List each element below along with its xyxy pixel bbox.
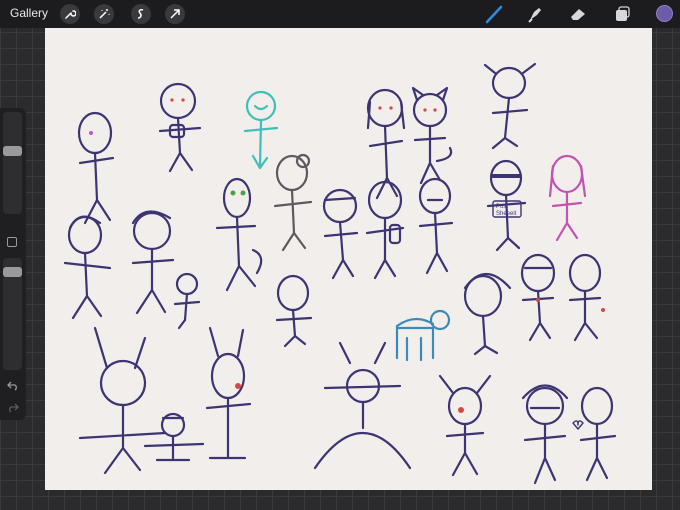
stick-figure-laughing-hood	[463, 272, 512, 356]
stick-figure-cup	[158, 82, 202, 173]
stick-figure-tongue	[275, 274, 313, 348]
stick-figure-gray-flower	[273, 153, 313, 252]
brush-size-thumb[interactable]	[3, 146, 22, 156]
transform-arrow-icon[interactable]	[165, 4, 185, 24]
stick-figure-sunglasses: Post Sheeeit	[486, 159, 527, 252]
eraser-icon[interactable]	[567, 4, 589, 24]
selection-icon[interactable]	[131, 4, 151, 24]
stick-figure-pattern-hat	[521, 384, 569, 485]
stick-figure-teal	[243, 90, 279, 170]
wrench-icon[interactable]	[60, 4, 80, 24]
stick-figure-drawing: Post Sheeeit	[63, 62, 617, 485]
stick-figure-helmet	[520, 253, 556, 342]
stick-figure-plain-left	[77, 111, 115, 225]
left-sidebar	[0, 108, 26, 420]
modify-button[interactable]	[7, 237, 17, 247]
layers-icon[interactable]	[611, 4, 633, 24]
drawing-canvas[interactable]: Post Sheeeit	[45, 28, 652, 490]
stick-figure-messy-hair	[63, 215, 112, 320]
stick-figure-blue-sheep	[395, 309, 451, 362]
color-picker-swatch[interactable]	[656, 5, 673, 22]
magic-wand-icon[interactable]	[94, 4, 114, 24]
redo-icon[interactable]	[6, 400, 20, 414]
stick-figure-grin	[418, 177, 454, 275]
gallery-button[interactable]: Gallery	[10, 6, 48, 20]
stick-figure-headband	[322, 188, 359, 280]
brush-icon[interactable]	[483, 4, 505, 24]
opacity-thumb[interactable]	[3, 267, 22, 277]
stick-figure-winged-cloak	[313, 341, 412, 470]
stick-figure-skirt	[143, 412, 205, 462]
stick-figure-fluffy-hair	[131, 210, 175, 315]
tshirt-text-line2: Sheeeit	[496, 211, 517, 217]
brush-size-slider[interactable]	[3, 112, 22, 214]
stick-figure-green-cheeks	[215, 177, 263, 292]
smudge-icon[interactable]	[524, 4, 546, 24]
stick-figure-small-animal	[173, 272, 201, 330]
stick-figure-smiling-pair	[572, 386, 617, 482]
undo-icon[interactable]	[6, 378, 20, 392]
stick-figure-horned-top-right	[483, 62, 537, 150]
stick-figure-antlers-dress	[205, 326, 252, 460]
stick-figure-antlers-shout	[438, 374, 492, 477]
tshirt-text-line1: Post	[496, 204, 508, 210]
stick-figure-pink-hair	[548, 154, 587, 242]
stick-figure-bearded	[568, 253, 605, 342]
top-toolbar: Gallery	[0, 0, 680, 28]
stick-figure-horned-eyes	[78, 326, 167, 475]
stick-figure-cat-ears	[411, 86, 453, 185]
